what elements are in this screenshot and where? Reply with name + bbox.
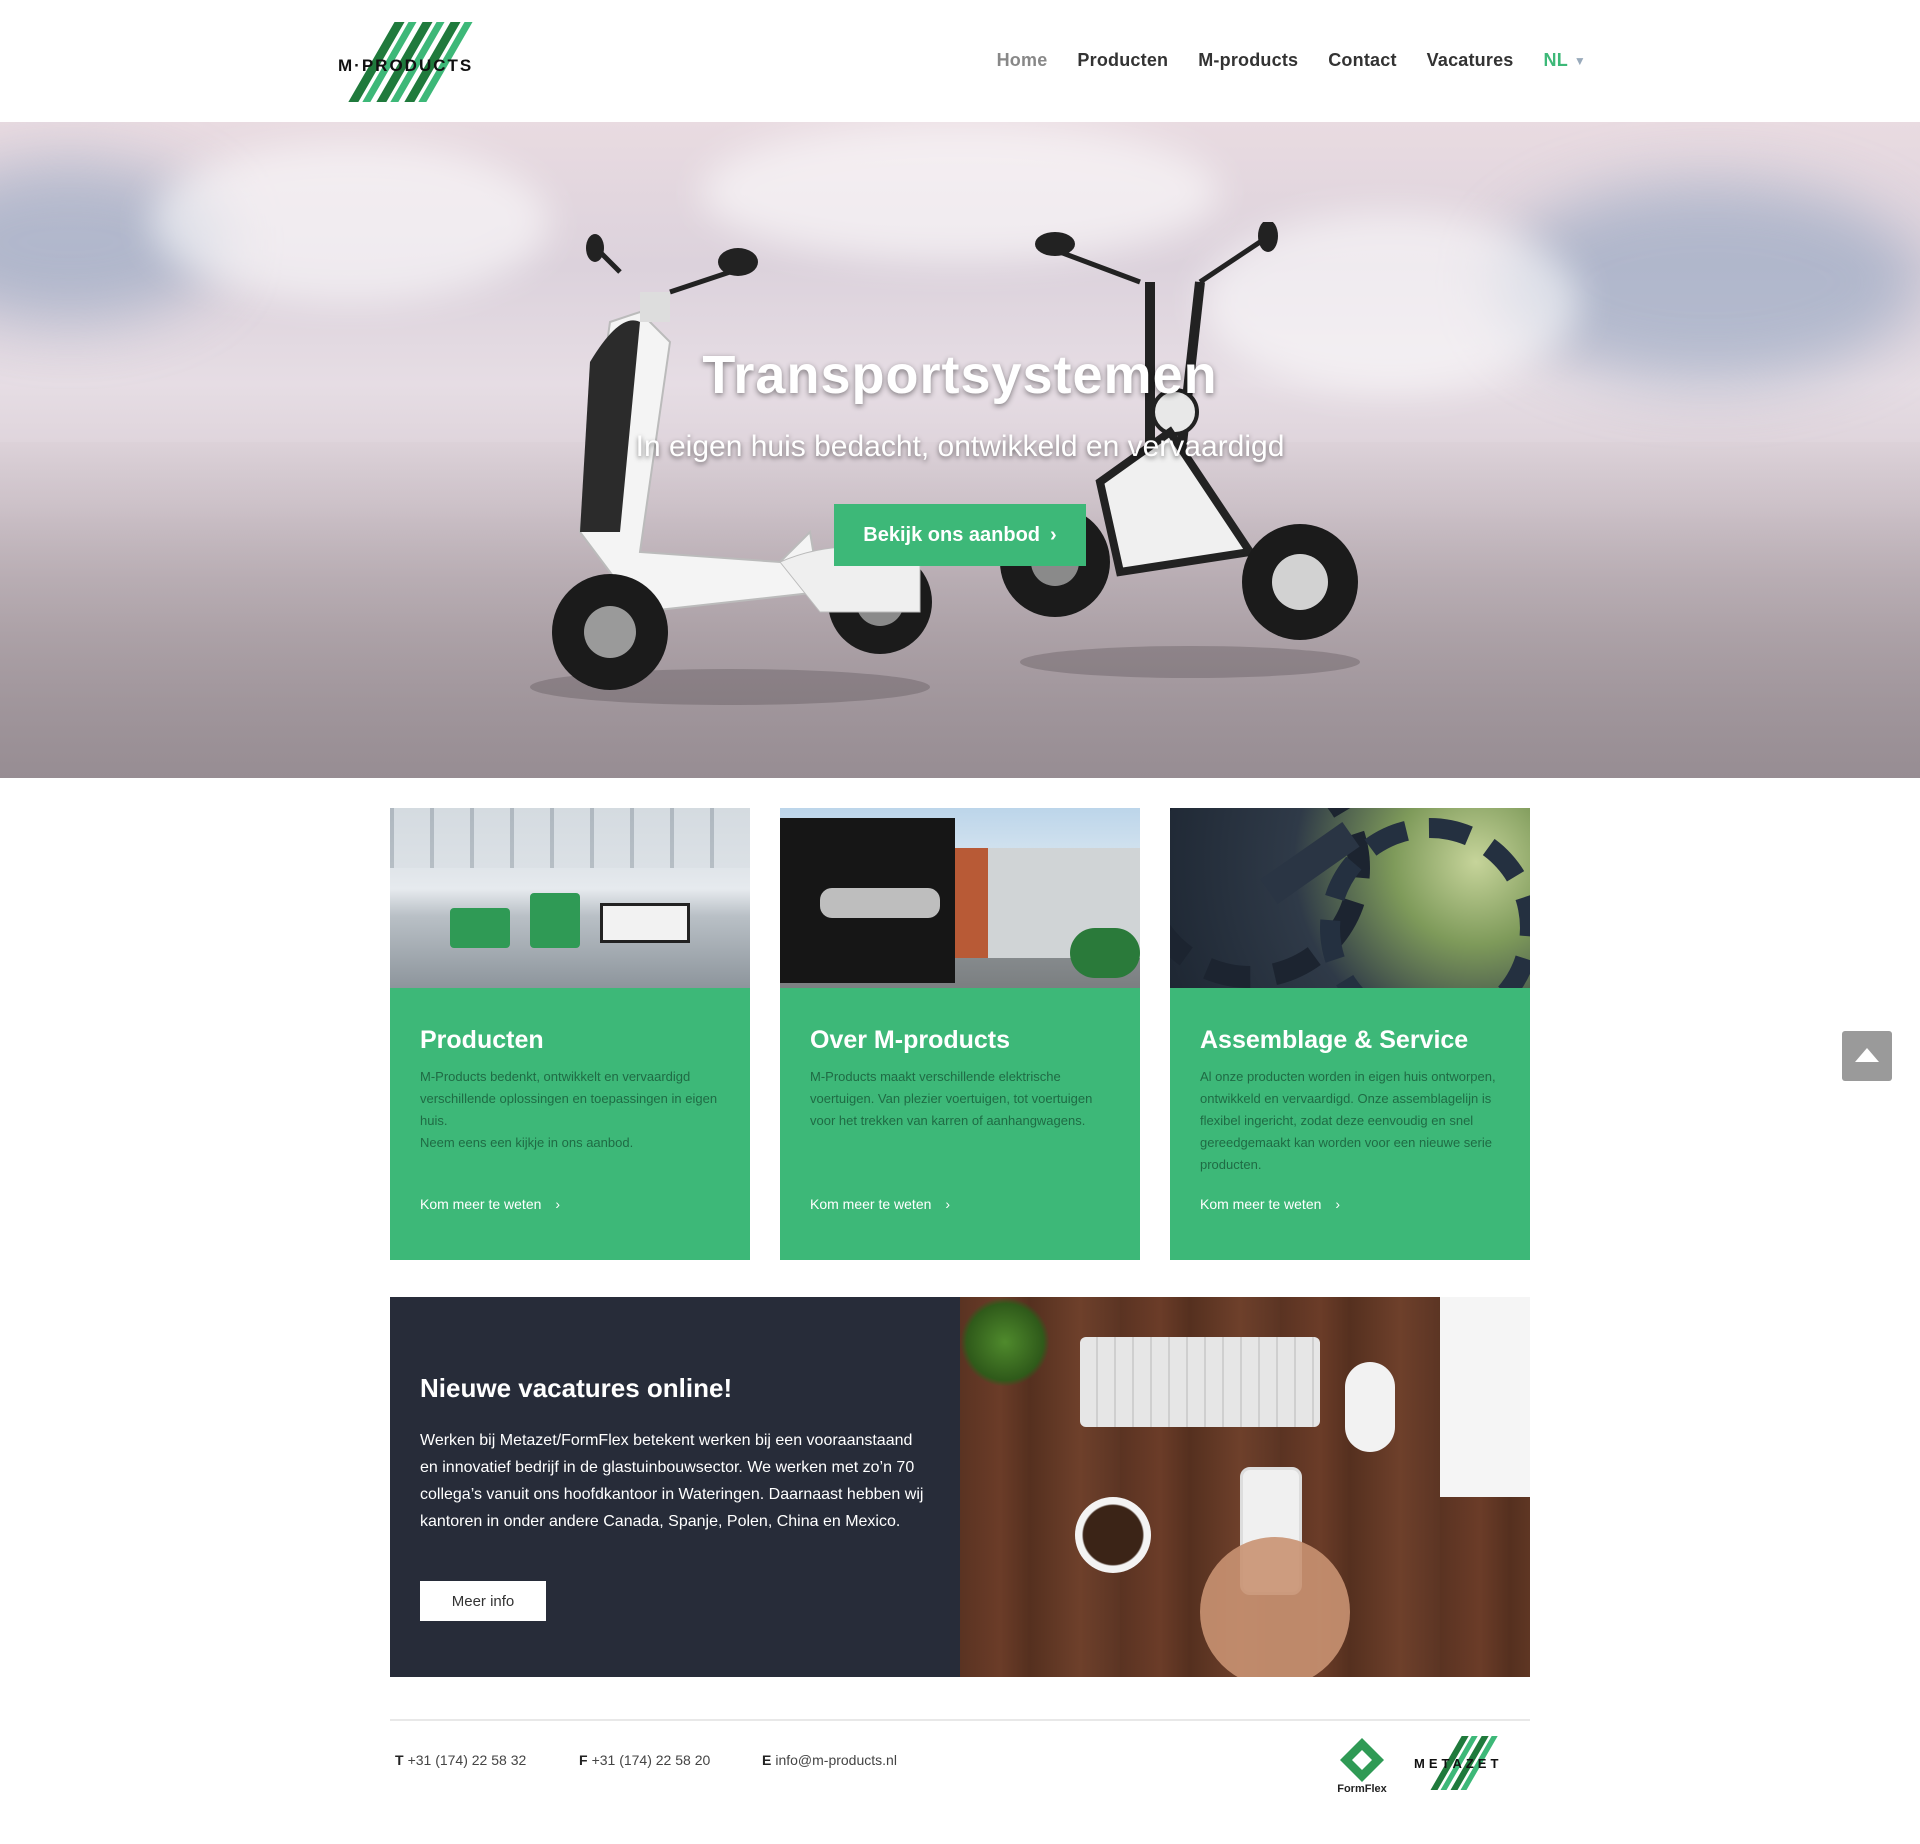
card-title: Producten [420, 1026, 544, 1054]
learn-more-link[interactable]: Kom meer te weten › [1200, 1196, 1340, 1212]
gears-image [1170, 808, 1530, 988]
learn-more-label: Kom meer te weten [420, 1196, 542, 1212]
metazet-logo[interactable]: METAZET [1412, 1732, 1528, 1794]
email-address: info@m-products.nl [775, 1752, 897, 1768]
view-offer-button[interactable]: Bekijk ons aanbod › [834, 504, 1086, 566]
learn-more-label: Kom meer te weten [810, 1196, 932, 1212]
language-label: NL [1543, 50, 1568, 70]
vacancies-title: Nieuwe vacatures online! [420, 1373, 733, 1403]
chevron-right-icon: › [555, 1196, 561, 1212]
nav-producten[interactable]: Producten [1077, 50, 1168, 71]
footer-divider [390, 1719, 1530, 1721]
scroll-to-top-button[interactable] [1842, 1031, 1892, 1081]
card-over-m-products: Over M-products M-Products maakt verschi… [780, 808, 1140, 1260]
card-text: M-Products bedenkt, ontwikkelt en vervaa… [420, 1069, 718, 1150]
card-title: Over M-products [810, 1026, 1011, 1054]
footer-phone[interactable]: T +31 (174) 22 58 32 [395, 1752, 526, 1768]
fax-number: +31 (174) 22 58 20 [591, 1752, 711, 1768]
chevron-right-icon: › [1335, 1196, 1341, 1212]
hero-title: Transportsystemen [702, 345, 1218, 405]
vacancies-text: Werken bij Metazet/FormFlex betekent wer… [420, 1432, 924, 1530]
learn-more-link[interactable]: Kom meer te weten › [420, 1196, 560, 1212]
card-text: Al onze producten worden in eigen huis o… [1200, 1069, 1496, 1172]
site-header: M·PRODUCTS Home Producten M-products Con… [0, 0, 1920, 122]
card-producten: Producten M-Products bedenkt, ontwikkelt… [390, 808, 750, 1260]
fax-label: F [579, 1752, 588, 1768]
warehouse-vehicles-image [390, 808, 750, 988]
formflex-logo-text: FormFlex [1337, 1783, 1387, 1794]
vacancies-panel: Nieuwe vacatures online! Werken bij Meta… [390, 1297, 960, 1677]
footer-email[interactable]: Einfo@m-products.nl [762, 1752, 897, 1768]
arrow-up-icon [1855, 1048, 1879, 1062]
more-info-button[interactable]: Meer info [420, 1581, 546, 1621]
m-products-logo[interactable]: M·PRODUCTS [336, 16, 508, 106]
learn-more-link[interactable]: Kom meer te weten › [810, 1196, 950, 1212]
nav-m-products[interactable]: M-products [1198, 50, 1298, 71]
main-nav: Home Producten M-products Contact Vacatu… [967, 50, 1586, 71]
formflex-logo[interactable]: FormFlex [1330, 1736, 1394, 1795]
phone-number: +31 (174) 22 58 32 [407, 1752, 527, 1768]
desk-phone-image [960, 1297, 1530, 1677]
truck-building-image [780, 808, 1140, 988]
email-label: E [762, 1752, 772, 1768]
metazet-logo-text: METAZET [1414, 1756, 1502, 1771]
vacancies-section: Nieuwe vacatures online! Werken bij Meta… [390, 1297, 1530, 1677]
learn-more-label: Kom meer te weten [1200, 1196, 1322, 1212]
footer-fax: F +31 (174) 22 58 20 [579, 1752, 710, 1768]
hero-banner: Transportsystemen In eigen huis bedacht,… [0, 122, 1920, 778]
hero-ground [0, 442, 1920, 778]
chevron-down-icon: ▼ [1573, 53, 1586, 68]
feature-cards: Producten M-Products bedenkt, ontwikkelt… [390, 808, 1530, 1260]
card-assemblage-service: Assemblage & Service Al onze producten w… [1170, 808, 1530, 1260]
white-scooter-image [530, 234, 932, 705]
phone-label: T [395, 1752, 404, 1768]
chevron-right-icon: › [945, 1196, 951, 1212]
nav-home[interactable]: Home [997, 50, 1048, 71]
card-title: Assemblage & Service [1200, 1026, 1469, 1054]
nav-contact[interactable]: Contact [1328, 50, 1396, 71]
language-selector[interactable]: NL ▼ [1544, 50, 1586, 71]
hero-subtitle: In eigen huis bedacht, ontwikkeld en ver… [635, 430, 1285, 463]
view-offer-label: Bekijk ons aanbod [863, 523, 1041, 546]
chevron-right-icon: › [1050, 523, 1057, 546]
logo-text: M·PRODUCTS [338, 56, 473, 75]
nav-vacatures[interactable]: Vacatures [1427, 50, 1514, 71]
card-text: M-Products maakt verschillende elektrisc… [810, 1069, 1093, 1128]
